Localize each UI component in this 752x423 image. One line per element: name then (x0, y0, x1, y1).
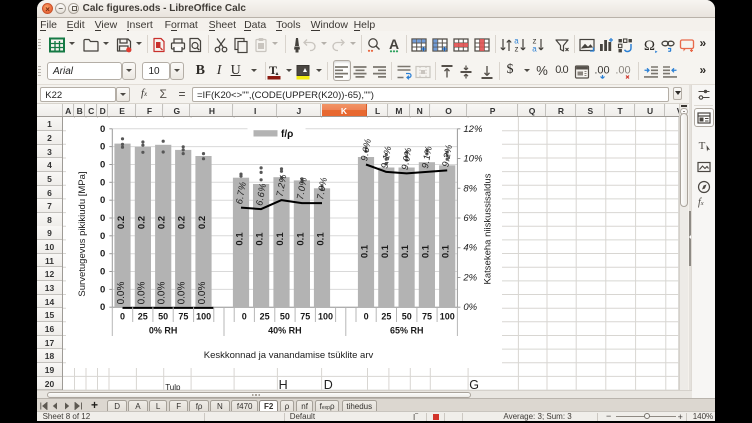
svg-text:25: 25 (138, 312, 148, 322)
svg-text:0.1: 0.1 (400, 244, 411, 258)
svg-text:0.2: 0.2 (177, 216, 188, 229)
svg-text:2%: 2% (462, 273, 477, 284)
svg-text:0: 0 (100, 195, 105, 206)
svg-text:0: 0 (100, 231, 105, 242)
svg-text:12%: 12% (463, 124, 483, 135)
svg-text:50: 50 (402, 312, 412, 322)
svg-text:40% RH: 40% RH (268, 326, 302, 336)
svg-text:0: 0 (100, 160, 105, 171)
svg-text:65% RH: 65% RH (390, 326, 424, 336)
svg-text:0%: 0% (463, 302, 477, 313)
svg-text:0.0%: 0.0% (136, 281, 147, 304)
svg-text:0: 0 (100, 142, 105, 153)
svg-text:0.0%: 0.0% (177, 281, 188, 304)
svg-text:25: 25 (260, 312, 270, 322)
svg-text:0: 0 (120, 312, 125, 322)
svg-text:6%: 6% (463, 213, 477, 224)
svg-text:0% RH: 0% RH (149, 326, 178, 336)
svg-text:0: 0 (100, 249, 105, 260)
svg-text:Katsekeha niiskussisaldus: Katsekeha niiskussisaldus (482, 173, 493, 284)
svg-text:0.1: 0.1 (295, 232, 306, 246)
svg-text:4%: 4% (463, 243, 477, 254)
svg-text:100: 100 (196, 312, 211, 322)
svg-text:0: 0 (100, 302, 105, 313)
svg-text:0.1: 0.1 (380, 244, 391, 258)
svg-text:0.2: 0.2 (197, 216, 208, 229)
svg-text:Ω: Ω (644, 38, 655, 54)
svg-text:.00: .00 (616, 64, 631, 76)
svg-text:0.1: 0.1 (441, 244, 452, 258)
svg-text:100: 100 (440, 312, 455, 322)
svg-text:0.2: 0.2 (136, 216, 147, 229)
svg-text:0.0%: 0.0% (116, 281, 127, 304)
svg-text:50: 50 (280, 312, 290, 322)
svg-text:Survetugevus pikikiudu [MPa]: Survetugevus pikikiudu [MPa] (77, 171, 88, 296)
svg-text:z: z (515, 44, 519, 53)
svg-text:0: 0 (242, 312, 247, 322)
svg-text:0: 0 (364, 312, 369, 322)
svg-text:a: a (533, 44, 538, 53)
svg-text:T: T (699, 140, 706, 152)
svg-text:75: 75 (300, 312, 310, 322)
svg-text:0.1: 0.1 (359, 244, 370, 258)
svg-text:50: 50 (158, 312, 168, 322)
svg-text:0.2: 0.2 (116, 216, 127, 229)
svg-text:0.1: 0.1 (315, 232, 326, 246)
svg-text:100: 100 (318, 312, 333, 322)
svg-text:0.0%: 0.0% (157, 281, 168, 304)
svg-text:75: 75 (178, 312, 188, 322)
svg-text:0: 0 (100, 267, 105, 278)
svg-text:10%: 10% (463, 154, 483, 165)
svg-text:0.1: 0.1 (275, 232, 286, 246)
svg-text:0.2: 0.2 (157, 216, 168, 229)
svg-text:0: 0 (100, 213, 105, 224)
svg-text:8%: 8% (463, 183, 477, 194)
svg-text:.00: .00 (594, 64, 609, 76)
svg-text:f/ρ: f/ρ (281, 129, 293, 140)
svg-text:Keskkonnad ja vanandamise tsük: Keskkonnad ja vanandamise tsüklite arv (204, 350, 374, 361)
svg-text:0: 0 (100, 284, 105, 295)
svg-text:0: 0 (100, 124, 105, 135)
svg-text:0: 0 (100, 177, 105, 188)
svg-text:25: 25 (381, 312, 391, 322)
svg-text:0.0%: 0.0% (197, 281, 208, 304)
svg-text:0.1: 0.1 (255, 232, 266, 246)
svg-text:75: 75 (422, 312, 432, 322)
svg-text:0.1: 0.1 (234, 232, 245, 246)
svg-text:A: A (389, 36, 399, 52)
svg-text:0.1: 0.1 (420, 244, 431, 258)
